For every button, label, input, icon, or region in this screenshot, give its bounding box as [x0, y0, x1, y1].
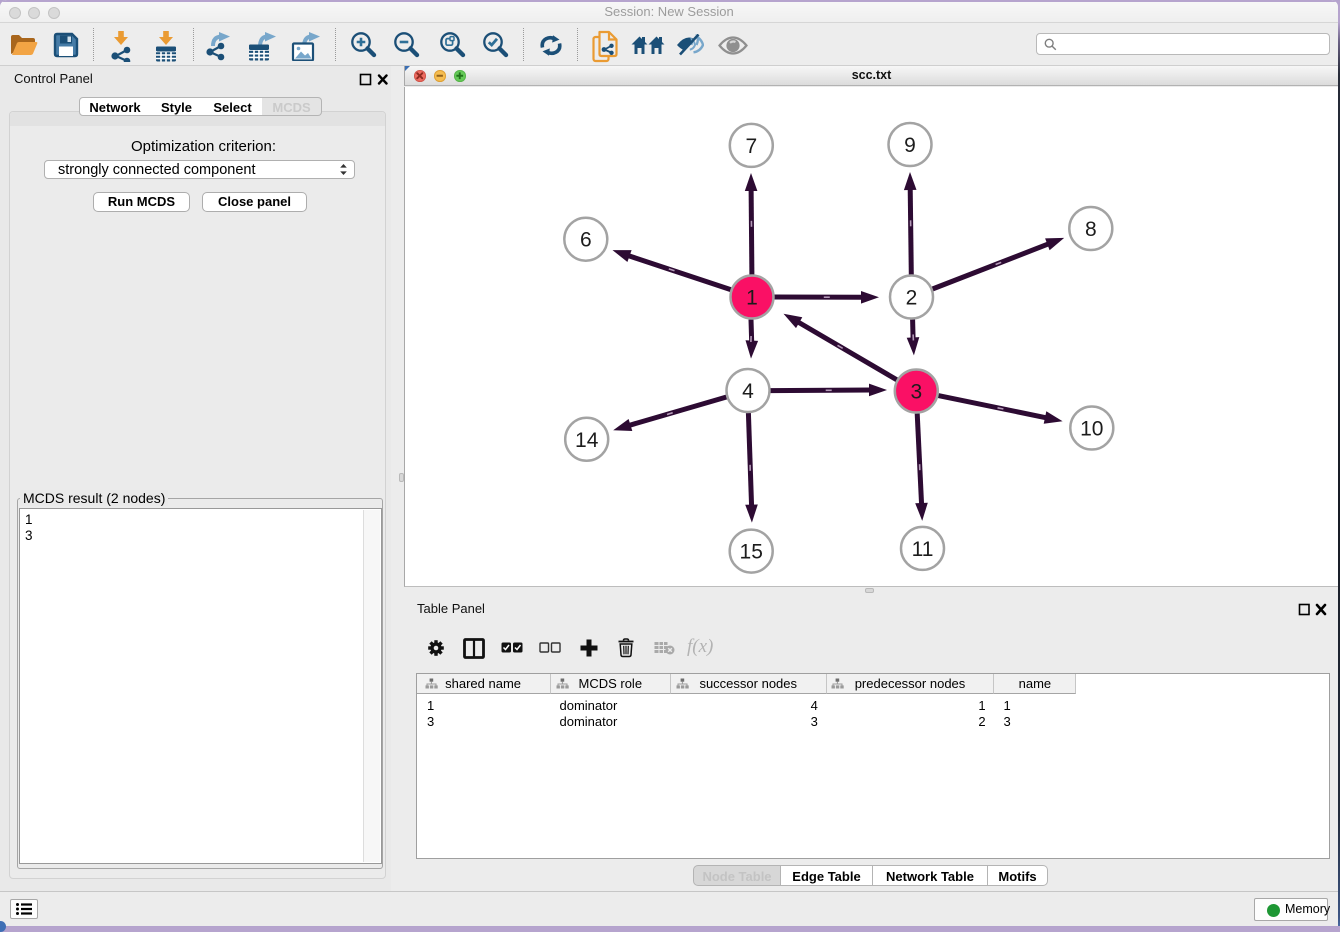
svg-text:15: 15 — [740, 541, 763, 564]
svg-text:1: 1 — [746, 287, 758, 310]
svg-text:14: 14 — [575, 429, 599, 452]
svg-text:8: 8 — [1085, 218, 1097, 241]
svg-text:9: 9 — [904, 134, 916, 157]
svg-text:2: 2 — [906, 287, 918, 310]
svg-text:7: 7 — [745, 135, 757, 158]
svg-text:11: 11 — [912, 538, 934, 561]
svg-text:6: 6 — [580, 229, 592, 252]
svg-text:10: 10 — [1080, 418, 1103, 441]
svg-text:4: 4 — [742, 380, 754, 403]
svg-text:3: 3 — [910, 381, 922, 404]
